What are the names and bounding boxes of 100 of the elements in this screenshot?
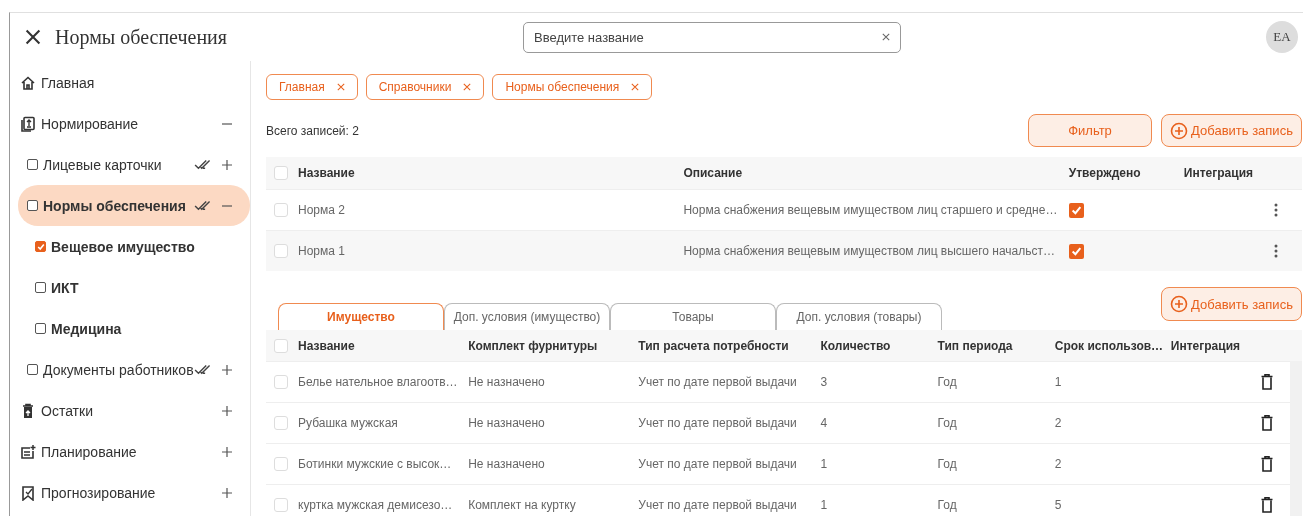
note-plus-icon (20, 443, 36, 460)
table-cell: 1 (812, 484, 930, 516)
nav-item[interactable]: Прогнозирование (41, 484, 214, 501)
delete-icon[interactable] (1260, 456, 1273, 472)
nav-item[interactable]: Нормы обеспечения (43, 197, 194, 214)
row-checkbox[interactable] (274, 244, 288, 258)
table-cell: Год (929, 443, 1047, 485)
home-icon (20, 74, 36, 91)
table-cell: Учет по дате первой выдачи (630, 361, 813, 403)
table-cell: Не назначено (460, 402, 631, 444)
table-cell: Белье нательное влагоотв… (290, 361, 461, 403)
user-avatar[interactable]: EA (1266, 21, 1298, 53)
nav-item[interactable]: Планирование (41, 443, 214, 460)
nav-item[interactable]: Остатки (41, 402, 214, 419)
table-cell: 1 (812, 443, 930, 485)
row-checkbox[interactable] (274, 457, 288, 471)
column-header: Название (290, 157, 676, 190)
flag-icon (20, 484, 36, 501)
breadcrumb-chip[interactable]: Главная (266, 74, 358, 100)
approved-checkbox[interactable] (1068, 243, 1084, 259)
checkbox[interactable] (27, 159, 38, 170)
column-header: Количество (812, 330, 930, 361)
table-cell: Комплект на куртку (460, 484, 631, 516)
table-cell: Год (929, 402, 1047, 444)
table-cell: 5 (1046, 484, 1163, 516)
column-header: Тип периода (929, 330, 1047, 361)
clipboard-icon (20, 115, 36, 132)
table-cell: Норма 1 (290, 230, 676, 271)
table-cell: Норма снабжения вещевым имуществом лиц высшего начальст… (675, 230, 1061, 271)
delete-icon[interactable] (1260, 374, 1273, 390)
approved-checkbox[interactable] (1068, 202, 1084, 218)
breadcrumb-chip[interactable]: Справочники (365, 74, 485, 100)
breadcrumb-chip[interactable]: Нормы обеспечения (492, 74, 653, 100)
select-all-checkbox[interactable] (274, 338, 288, 353)
checkbox[interactable] (35, 323, 46, 334)
nav-item[interactable]: Лицевые карточки (43, 156, 194, 173)
delete-icon[interactable] (1260, 497, 1273, 513)
tab[interactable]: Доп. условия (товары) (776, 303, 942, 330)
clear-icon[interactable] (882, 32, 890, 41)
table-cell: 1 (1046, 361, 1163, 403)
table-cell: 2 (1046, 443, 1163, 485)
nav-row[interactable]: Лицевые карточки (10, 144, 250, 185)
row-checkbox[interactable] (274, 375, 288, 389)
table-cell: Рубашка мужская (290, 402, 461, 444)
row-checkbox[interactable] (274, 203, 288, 217)
column-header: Интеграция (1175, 157, 1260, 190)
column-header: Интеграция (1162, 330, 1247, 361)
nav-item[interactable]: Вещевое имущество (51, 238, 232, 255)
close-icon[interactable] (25, 29, 41, 45)
nav-item-highlight[interactable]: Нормы обеспечения (18, 185, 250, 226)
checkbox[interactable] (27, 200, 38, 211)
column-header: Описание (675, 157, 1061, 190)
nav-item[interactable]: Документы работников (43, 361, 194, 378)
table-cell: Не назначено (460, 443, 631, 485)
table-cell: 3 (812, 361, 930, 403)
expand-icon[interactable] (222, 159, 232, 170)
column-header: Тип расчета потребности (630, 330, 813, 361)
table-cell: 4 (812, 402, 930, 444)
breadcrumb-label[interactable]: Справочники (378, 80, 452, 94)
checkbox[interactable] (35, 241, 46, 252)
table-cell: Год (929, 361, 1047, 403)
expand-icon[interactable] (222, 487, 232, 498)
more-icon[interactable] (1273, 244, 1278, 258)
table-cell: Не назначено (460, 361, 631, 403)
tab[interactable]: Доп. условия (имущество) (444, 303, 610, 330)
trash-icon (20, 402, 36, 419)
add-icon (1170, 295, 1189, 313)
expand-icon[interactable] (222, 446, 232, 457)
breadcrumb-label[interactable]: Главная (279, 80, 325, 94)
table-cell: куртка мужская демисезо… (290, 484, 461, 516)
page-title: Нормы обеспечения (55, 25, 229, 49)
column-header: Комплект фурнитуры (460, 330, 631, 361)
table-cell: Учет по дате первой выдачи (630, 402, 813, 444)
nav-item[interactable]: Нормирование (41, 115, 214, 132)
search-field[interactable]: Введите название (523, 21, 901, 53)
table-cell: Учет по дате первой выдачи (630, 443, 813, 485)
delete-icon[interactable] (1260, 415, 1273, 431)
nav-row[interactable]: Документы работников (10, 349, 250, 390)
checkbox[interactable] (35, 282, 46, 293)
table-cell: Год (929, 484, 1047, 516)
row-checkbox[interactable] (274, 498, 288, 512)
more-icon[interactable] (1273, 203, 1278, 217)
table-cell: Учет по дате первой выдачи (630, 484, 813, 516)
expand-icon[interactable] (222, 405, 232, 416)
breadcrumb-label[interactable]: Нормы обеспечения (505, 80, 620, 94)
tab[interactable]: Товары (610, 303, 776, 330)
add-icon (1170, 121, 1189, 140)
expand-icon[interactable] (222, 364, 232, 375)
table-cell: Ботинки мужские с высок… (290, 443, 461, 485)
nav-item[interactable]: Главная (41, 74, 232, 91)
table-cell: 2 (1046, 402, 1163, 444)
row-checkbox[interactable] (274, 416, 288, 430)
column-header: Срок использов… (1046, 330, 1163, 361)
select-all-checkbox[interactable] (274, 166, 288, 180)
column-header: Название (290, 330, 461, 361)
nav-item[interactable]: Медицина (51, 320, 232, 337)
column-header: Утверждено (1060, 157, 1176, 190)
nav-item[interactable]: ИКТ (51, 279, 232, 296)
checkbox[interactable] (27, 364, 38, 375)
records-count: Всего записей: 2 (266, 123, 360, 138)
